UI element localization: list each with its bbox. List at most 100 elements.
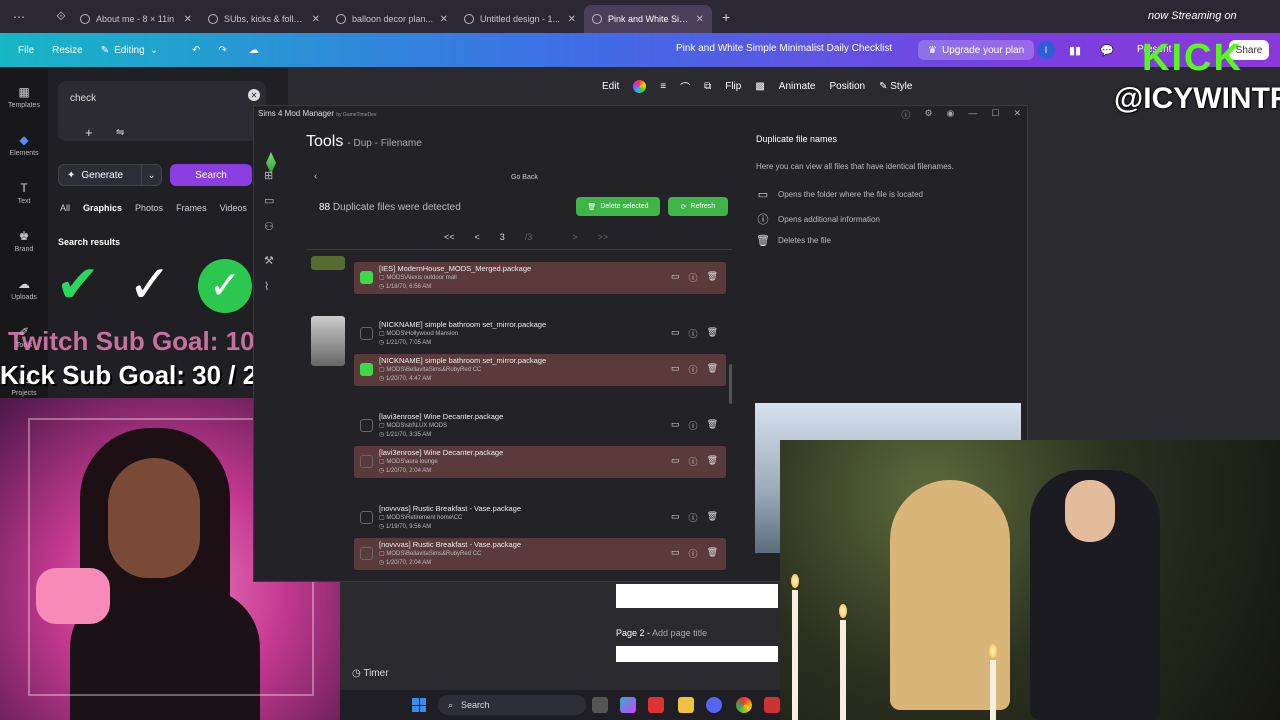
trash-icon[interactable]: 🗑: [707, 455, 718, 468]
browser-menu-icon[interactable]: ⋯: [8, 6, 30, 28]
folder-icon[interactable]: ▭: [671, 547, 680, 560]
page-1-preview[interactable]: [616, 584, 778, 608]
windows-start-icon[interactable]: [412, 698, 426, 712]
flip-button[interactable]: Flip: [725, 81, 741, 92]
browser-tab[interactable]: SUbs, kicks & follo... ✕: [200, 5, 328, 33]
tools-icon[interactable]: ⚒: [264, 254, 274, 267]
tab-graphics[interactable]: Graphics: [83, 203, 122, 213]
close-icon[interactable]: ✕: [1013, 108, 1021, 121]
white-check-graphic[interactable]: ✓: [128, 259, 172, 311]
trash-icon[interactable]: 🗑: [707, 419, 718, 432]
list-item[interactable]: [NICKNAME] simple bathroom set_mirror.pa…: [354, 354, 726, 386]
color-picker-icon[interactable]: [633, 79, 647, 93]
list-item[interactable]: [IES] ModernHouse_MODS_Merged.package MO…: [354, 262, 726, 294]
row-checkbox[interactable]: [360, 455, 373, 468]
search-input[interactable]: check ✕ + ⇋: [58, 81, 266, 141]
design-title[interactable]: Pink and White Simple Minimalist Daily C…: [676, 43, 892, 54]
style-button[interactable]: ✎ Style: [879, 81, 912, 92]
animate-button[interactable]: Animate: [779, 81, 816, 92]
info-icon[interactable]: ⓘ: [689, 363, 698, 376]
analytics-icon[interactable]: ▮▮: [1067, 42, 1083, 58]
resize-menu[interactable]: Resize: [52, 45, 83, 56]
file-explorer-icon[interactable]: [678, 697, 694, 713]
browser-tab[interactable]: balloon decor plan... ✕: [328, 5, 456, 33]
info-icon[interactable]: ⓘ: [689, 455, 698, 468]
info-icon[interactable]: ⓘ: [689, 271, 698, 284]
cloud-save-icon[interactable]: ☁: [249, 45, 259, 56]
tab-close-icon[interactable]: ✕: [440, 14, 448, 25]
folder-icon[interactable]: ▭: [264, 194, 274, 207]
edit-button[interactable]: Edit: [602, 81, 619, 92]
first-page-button[interactable]: <<: [444, 232, 455, 242]
timer-button[interactable]: ◷ Timer: [352, 668, 389, 679]
trash-icon[interactable]: 🗑: [707, 511, 718, 524]
redo-icon[interactable]: ↷: [218, 45, 226, 56]
tab-close-icon[interactable]: ✕: [568, 14, 576, 25]
trash-icon[interactable]: 🗑: [707, 327, 718, 340]
curve-icon[interactable]: ⌒: [680, 79, 690, 94]
row-checkbox[interactable]: [360, 327, 373, 340]
info-icon[interactable]: ⓘ: [689, 327, 698, 340]
tab-close-icon[interactable]: ✕: [184, 14, 192, 25]
clear-search-icon[interactable]: ✕: [248, 89, 260, 101]
trash-icon[interactable]: 🗑: [707, 363, 718, 376]
row-checkbox[interactable]: [360, 547, 373, 560]
row-checkbox[interactable]: [360, 511, 373, 524]
discord-icon[interactable]: ◉: [947, 108, 955, 121]
page-2-preview[interactable]: [616, 646, 778, 662]
rail-item-brand[interactable]: ♚ Brand: [0, 229, 48, 253]
next-page-button[interactable]: >: [572, 232, 577, 242]
folder-icon[interactable]: ▭: [671, 363, 680, 376]
crop-icon[interactable]: ⧉: [704, 81, 711, 92]
back-arrow-icon[interactable]: ‹: [314, 171, 317, 182]
upgrade-button[interactable]: ♛ Upgrade your plan: [918, 40, 1035, 60]
trash-icon[interactable]: 🗑: [707, 271, 718, 284]
comment-icon[interactable]: 💬: [1099, 42, 1115, 58]
rail-item-uploads[interactable]: ☁ Uploads: [0, 277, 48, 301]
row-checkbox[interactable]: [360, 363, 373, 376]
taskbar-search[interactable]: ⌕ Search: [438, 695, 586, 715]
tab-photos[interactable]: Photos: [135, 203, 163, 213]
new-tab-button[interactable]: +: [722, 9, 730, 25]
rail-item-templates[interactable]: ▦ Templates: [0, 85, 48, 109]
info-icon[interactable]: ⓘ: [901, 108, 910, 121]
folder-icon[interactable]: ▭: [671, 271, 680, 284]
avatar[interactable]: I: [1037, 41, 1055, 59]
workspaces-icon[interactable]: ⟐: [50, 6, 72, 28]
tab-close-icon[interactable]: ✕: [696, 14, 704, 25]
settings-icon[interactable]: ⚙: [924, 108, 932, 121]
network-icon[interactable]: ⚇: [264, 220, 274, 233]
search-button[interactable]: Search: [170, 164, 252, 186]
page-2-title[interactable]: Page 2 - Add page title: [616, 628, 707, 638]
refresh-button[interactable]: ⟳ Refresh: [668, 197, 728, 216]
chrome-icon[interactable]: [736, 697, 752, 713]
prev-page-button[interactable]: <: [475, 232, 480, 242]
folder-icon[interactable]: ▭: [671, 455, 680, 468]
info-icon[interactable]: ⓘ: [689, 511, 698, 524]
position-button[interactable]: Position: [829, 81, 865, 92]
tab-close-icon[interactable]: ✕: [312, 14, 320, 25]
last-page-button[interactable]: >>: [598, 232, 609, 242]
row-checkbox[interactable]: [360, 419, 373, 432]
list-item[interactable]: [lavi3enrose] Wine Decanter.package MODS…: [354, 410, 726, 442]
rail-item-text[interactable]: T Text: [0, 181, 48, 205]
app-icon[interactable]: [764, 697, 780, 713]
circle-check-graphic[interactable]: ✓: [198, 259, 252, 313]
row-checkbox[interactable]: [360, 271, 373, 284]
grid-icon[interactable]: ⊞: [264, 169, 273, 182]
editing-menu[interactable]: ✎ Editing ⌄: [101, 45, 158, 56]
browser-tab-active[interactable]: Pink and White Sim... ✕: [584, 5, 712, 33]
lines-icon[interactable]: ≡: [660, 81, 666, 92]
undo-icon[interactable]: ↶: [192, 45, 200, 56]
list-item[interactable]: [lavi3enrose] Wine Decanter.package MODS…: [354, 446, 726, 478]
rail-item-elements[interactable]: ◆ Elements: [0, 133, 48, 157]
add-icon[interactable]: +: [85, 125, 93, 140]
info-icon[interactable]: ⓘ: [689, 547, 698, 560]
minimize-icon[interactable]: —: [968, 108, 977, 121]
paperclip-icon[interactable]: ⌇: [264, 280, 269, 293]
go-back-link[interactable]: Go Back: [511, 174, 538, 181]
chevron-down-icon[interactable]: ⌄: [141, 165, 161, 185]
list-item[interactable]: [novvvas] Rustic Breakfast - Vase.packag…: [354, 502, 726, 534]
browser-tab[interactable]: About me - 8 × 11in ✕: [72, 5, 200, 33]
list-item[interactable]: [novvvas] Rustic Breakfast - Vase.packag…: [354, 538, 726, 570]
